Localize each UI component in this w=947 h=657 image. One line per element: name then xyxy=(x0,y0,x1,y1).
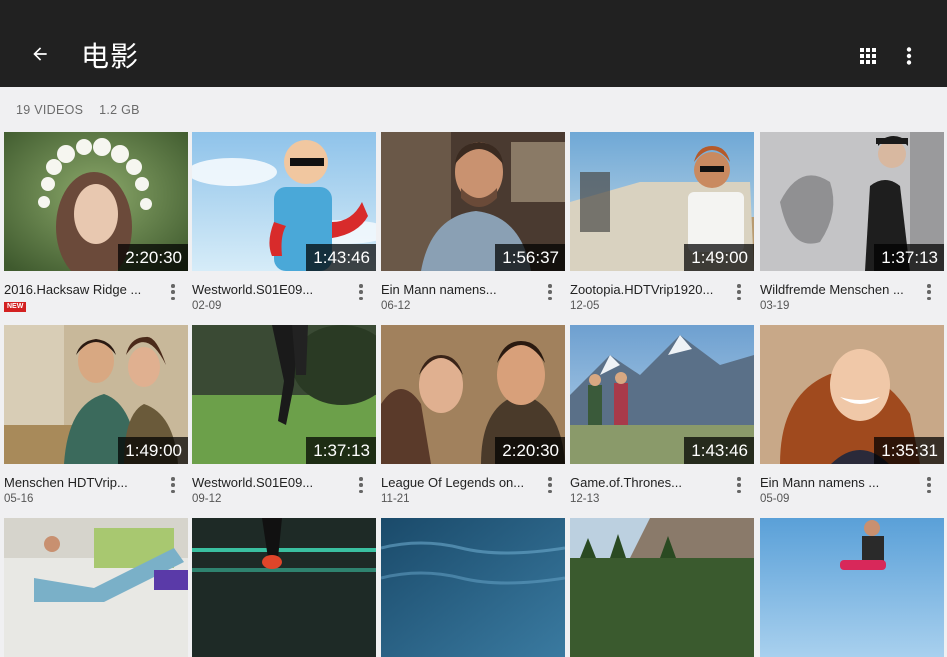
video-card[interactable]: 1:56:37 Ein Mann namens... 06-12 xyxy=(381,132,565,324)
video-card[interactable] xyxy=(4,518,188,657)
grid-view-icon xyxy=(860,48,876,64)
video-date: 05-09 xyxy=(760,493,790,505)
video-duration: 1:49:00 xyxy=(684,244,754,271)
video-card[interactable] xyxy=(570,518,754,657)
video-card[interactable] xyxy=(381,518,565,657)
video-more-icon[interactable] xyxy=(922,475,936,495)
video-more-icon[interactable] xyxy=(354,475,368,495)
library-summary: 19 VIDEOS 1.2 GB xyxy=(16,103,140,117)
video-title[interactable]: Menschen HDTVrip... xyxy=(4,475,154,490)
video-date: 05-16 xyxy=(4,493,34,505)
video-title[interactable]: Wildfremde Menschen ... xyxy=(760,282,910,297)
video-date: 11-21 xyxy=(381,493,410,505)
video-date: 09-12 xyxy=(192,493,222,505)
video-card[interactable]: 1:37:13 Westworld.S01E09... 09-12 xyxy=(192,325,376,517)
video-thumbnail[interactable]: 1:49:00 xyxy=(4,325,188,464)
video-card[interactable] xyxy=(192,518,376,657)
video-title[interactable]: League Of Legends on... xyxy=(381,475,531,490)
video-more-icon[interactable] xyxy=(166,282,180,302)
back-button[interactable] xyxy=(24,38,56,70)
video-more-icon[interactable] xyxy=(922,282,936,302)
video-thumbnail[interactable]: 1:35:31 xyxy=(760,325,944,464)
video-title[interactable]: Zootopia.HDTVrip1920... xyxy=(570,282,720,297)
video-duration: 1:56:37 xyxy=(495,244,565,271)
video-date: 02-09 xyxy=(192,300,222,312)
video-date: 12-05 xyxy=(570,300,600,312)
video-title[interactable]: Ein Mann namens ... xyxy=(760,475,910,490)
grid-view-button[interactable] xyxy=(852,40,884,72)
arrow-back-icon xyxy=(33,47,47,61)
video-more-icon[interactable] xyxy=(732,282,746,302)
video-thumbnail[interactable]: 1:56:37 xyxy=(381,132,565,271)
video-duration: 1:35:31 xyxy=(874,437,944,464)
video-thumbnail[interactable] xyxy=(381,518,565,657)
video-duration: 1:43:46 xyxy=(684,437,754,464)
new-badge: NEW xyxy=(4,302,27,312)
video-title[interactable]: 2016.Hacksaw Ridge ... xyxy=(4,282,154,297)
video-date: 03-19 xyxy=(760,300,790,312)
video-card[interactable]: 1:37:13 Wildfremde Menschen ... 03-19 xyxy=(760,132,944,324)
video-more-icon[interactable] xyxy=(166,475,180,495)
video-title[interactable]: Westworld.S01E09... xyxy=(192,282,342,297)
video-more-icon[interactable] xyxy=(543,282,557,302)
video-count: 19 VIDEOS xyxy=(16,103,84,117)
video-date: 12-13 xyxy=(570,493,600,505)
video-thumbnail[interactable]: 2:20:30 xyxy=(4,132,188,271)
app-bar: 电影 xyxy=(0,0,947,87)
more-options-button[interactable] xyxy=(893,40,925,72)
video-thumbnail[interactable]: 1:37:13 xyxy=(760,132,944,271)
more-vert-icon xyxy=(906,47,912,65)
video-thumbnail[interactable]: 1:43:46 xyxy=(570,325,754,464)
video-date: 06-12 xyxy=(381,300,411,312)
video-thumbnail[interactable] xyxy=(4,518,188,657)
video-card[interactable]: 1:43:46 Westworld.S01E09... 02-09 xyxy=(192,132,376,324)
video-thumbnail[interactable]: 1:37:13 xyxy=(192,325,376,464)
video-card[interactable]: 2:20:30 League Of Legends on... 11-21 xyxy=(381,325,565,517)
video-duration: 2:20:30 xyxy=(118,244,188,271)
video-duration: 1:37:13 xyxy=(306,437,376,464)
video-card[interactable]: 1:49:00 Menschen HDTVrip... 05-16 xyxy=(4,325,188,517)
library-size: 1.2 GB xyxy=(99,103,140,117)
video-card[interactable]: 1:35:31 Ein Mann namens ... 05-09 xyxy=(760,325,944,517)
video-thumbnail[interactable] xyxy=(192,518,376,657)
video-title[interactable]: Game.of.Thrones... xyxy=(570,475,720,490)
video-card[interactable]: 1:49:00 Zootopia.HDTVrip1920... 12-05 xyxy=(570,132,754,324)
video-thumbnail[interactable] xyxy=(760,518,944,657)
video-more-icon[interactable] xyxy=(732,475,746,495)
video-title[interactable]: Westworld.S01E09... xyxy=(192,475,342,490)
video-duration: 1:37:13 xyxy=(874,244,944,271)
video-card[interactable] xyxy=(760,518,944,657)
page-title: 电影 xyxy=(81,40,140,73)
video-thumbnail[interactable]: 2:20:30 xyxy=(381,325,565,464)
video-card[interactable]: 1:43:46 Game.of.Thrones... 12-13 xyxy=(570,325,754,517)
video-thumbnail[interactable]: 1:43:46 xyxy=(192,132,376,271)
video-duration: 1:49:00 xyxy=(118,437,188,464)
video-more-icon[interactable] xyxy=(543,475,557,495)
video-card[interactable]: 2:20:30 2016.Hacksaw Ridge ... NEW xyxy=(4,132,188,324)
video-thumbnail[interactable]: 1:49:00 xyxy=(570,132,754,271)
video-more-icon[interactable] xyxy=(354,282,368,302)
video-duration: 1:43:46 xyxy=(306,244,376,271)
video-thumbnail[interactable] xyxy=(570,518,754,657)
video-title[interactable]: Ein Mann namens... xyxy=(381,282,531,297)
video-duration: 2:20:30 xyxy=(495,437,565,464)
